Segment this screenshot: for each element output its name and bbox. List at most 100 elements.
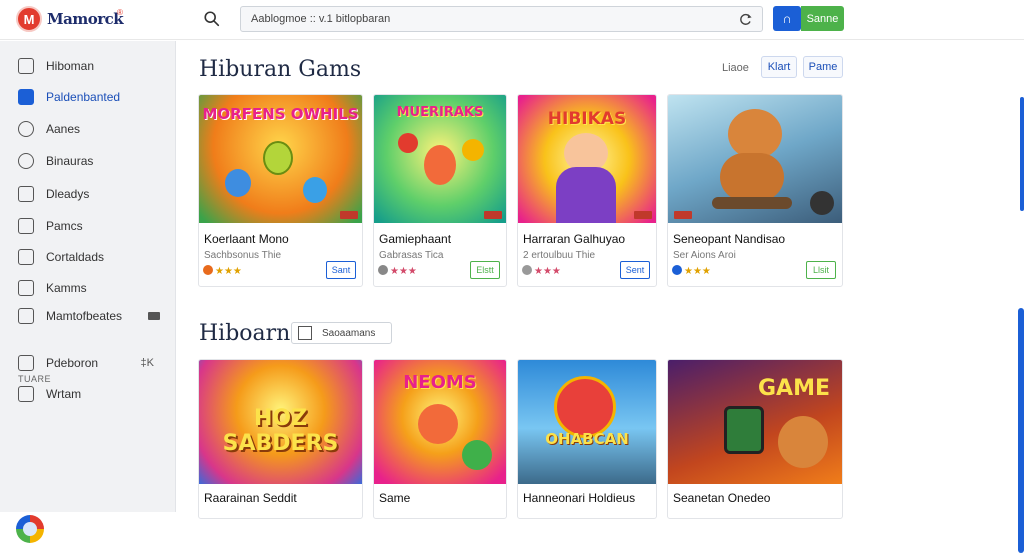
star-rating: ★★★ — [203, 265, 242, 277]
search-input[interactable]: Aablogmoe :: v.1 bitlopbaran — [240, 6, 763, 32]
circle-icon — [18, 153, 34, 169]
character-figure — [263, 141, 293, 175]
game-thumbnail[interactable]: OHABCAN — [518, 360, 656, 484]
game-card[interactable]: NEOMS Same — [373, 359, 507, 519]
game-thumbnail[interactable]: HIBIKAS — [518, 95, 656, 223]
game-title: Gamiephaant — [379, 232, 452, 246]
game-thumbnail[interactable] — [668, 95, 842, 223]
game-thumbnail[interactable]: NEOMS — [374, 360, 506, 484]
secondary-action-button[interactable]: Sanne — [801, 6, 844, 31]
sidebar-item-label: Aanes — [46, 122, 81, 136]
search-input-value: Aablogmoe :: v.1 bitlopbaran — [251, 13, 391, 25]
list-icon — [18, 58, 34, 74]
sidebar-item-7[interactable]: Kamms — [18, 277, 168, 299]
page-icon — [18, 386, 34, 402]
sort-label: Liaoe — [722, 62, 749, 74]
ball-shape — [810, 191, 834, 215]
game-thumbnail[interactable]: HOZ SABDERS — [199, 360, 362, 484]
character-figure — [424, 145, 456, 185]
star-rating: ★★★ — [522, 265, 561, 277]
refresh-icon[interactable] — [738, 11, 754, 27]
sidebar-item-label: Dleadys — [46, 187, 90, 201]
search-icon[interactable] — [203, 10, 221, 28]
game-title: Seneopant Nandisao — [673, 232, 786, 246]
sidebar-item-label: Wrtam — [46, 387, 82, 401]
primary-action-label: ∩ — [782, 11, 792, 26]
folder-icon — [18, 218, 34, 234]
card-action-button[interactable]: Sent — [620, 261, 650, 279]
game-card[interactable]: HOZ SABDERS Raarainan Seddit — [198, 359, 363, 519]
bear-head — [728, 109, 782, 159]
sidebar-item-0[interactable]: Hiboman — [18, 55, 168, 77]
shortcut-hint: ‡K — [140, 357, 154, 369]
sidebar: Hiboman Paldenbanted Aanes Binauras Dlea… — [0, 41, 176, 543]
bear-head — [778, 416, 828, 468]
sidebar-item-3[interactable]: Binauras — [18, 150, 168, 172]
brand-name[interactable]: Mamorck — [47, 10, 124, 28]
checkbox-icon — [298, 326, 312, 340]
scrollbar-thumb[interactable] — [1020, 97, 1024, 211]
game-card[interactable]: HIBIKAS Harraran Galhuyao 2 ertoulbuu Th… — [517, 94, 657, 287]
rating-dot-icon — [203, 265, 213, 275]
game-subtitle: Gabrasas Tica — [379, 250, 444, 261]
skateboard-shape — [712, 197, 792, 209]
sidebar-item-1[interactable]: Paldenbanted — [18, 86, 168, 108]
sidebar-item-label: Pdeboron — [46, 356, 99, 370]
balloon-shape — [462, 139, 484, 161]
sidebar-item-5[interactable]: Pamcs — [18, 215, 168, 237]
card-action-button[interactable]: Sant — [326, 261, 356, 279]
game-title: Koerlaant Mono — [204, 232, 289, 246]
game-subtitle: Ser Aions Aroi — [673, 250, 736, 261]
sidebar-item-label: Mamtofbeates — [46, 309, 123, 323]
primary-action-button[interactable]: ∩ — [773, 6, 801, 31]
sidebar-bottom-item-0[interactable]: Pdeboron ‡K — [18, 352, 168, 374]
corner-badge — [340, 211, 358, 219]
game-console-shape — [724, 406, 764, 454]
card-action-button[interactable]: Llsit — [806, 261, 836, 279]
sidebar-item-8[interactable]: Mamtofbeates — [18, 305, 168, 327]
sidebar-item-label: Pamcs — [46, 219, 83, 233]
sidebar-item-6[interactable]: Cortaldads — [18, 246, 168, 268]
game-card[interactable]: MORFENS OWHILS Koerlaant Mono Sachbsonus… — [198, 94, 363, 287]
sidebar-item-4[interactable]: Dleadys — [18, 183, 168, 205]
circle-icon — [18, 121, 34, 137]
game-thumbnail[interactable]: MUERIRAKS — [374, 95, 506, 223]
balloon-shape — [398, 133, 418, 153]
corner-badge — [484, 211, 502, 219]
game-title: Hanneonari Holdieus — [523, 491, 636, 505]
game-card[interactable]: MUERIRAKS Gamiephaant Gabrasas Tica ★★★ … — [373, 94, 507, 287]
sidebar-item-label: Cortaldads — [46, 250, 105, 264]
game-card[interactable]: OHABCAN Hanneonari Holdieus — [517, 359, 657, 519]
thumbnail-art-title: HOZ SABDERS — [222, 406, 339, 456]
game-title: Harraran Galhuyao — [523, 232, 626, 246]
sidebar-item-2[interactable]: Aanes — [18, 118, 168, 140]
rating-dot-icon — [378, 265, 388, 275]
tag-icon — [18, 308, 34, 324]
corner-badge — [674, 211, 692, 219]
game-thumbnail[interactable]: MORFENS OWHILS — [199, 95, 362, 223]
star-rating: ★★★ — [672, 265, 711, 277]
grid-icon — [18, 89, 34, 105]
filter-pill-b[interactable]: Pame — [803, 56, 843, 78]
home-icon — [18, 280, 34, 296]
thumbnail-art-title: MUERIRAKS — [396, 105, 484, 120]
sidebar-item-label: Paldenbanted — [46, 90, 121, 104]
thumbnail-art-title: NEOMS — [403, 372, 477, 393]
sidebar-bottom-item-1[interactable]: Wrtam — [18, 383, 168, 405]
filter-pill-a[interactable]: Klart — [761, 56, 797, 78]
balloon-shape — [554, 376, 616, 438]
avatar[interactable] — [16, 515, 44, 543]
brand-registered-mark: ® — [117, 8, 123, 17]
game-card[interactable]: GAME Seanetan Onedeo — [667, 359, 843, 519]
logo-glyph: M — [23, 11, 35, 27]
filter-chip-label: Saoaamans — [322, 327, 376, 339]
game-card[interactable]: Seneopant Nandisao Ser Aions Aroi ★★★ Ll… — [667, 94, 843, 287]
thumbnail-art-title: HIBIKAS — [547, 109, 627, 129]
game-thumbnail[interactable]: GAME — [668, 360, 842, 484]
app-logo[interactable]: M — [16, 6, 42, 32]
filter-chip[interactable]: Saoaamans — [291, 322, 392, 344]
rating-dot-icon — [672, 265, 682, 275]
card-action-button[interactable]: Elstt — [470, 261, 500, 279]
scrollbar-thumb-secondary[interactable] — [1018, 308, 1024, 553]
sidebar-item-label: Kamms — [46, 281, 87, 295]
